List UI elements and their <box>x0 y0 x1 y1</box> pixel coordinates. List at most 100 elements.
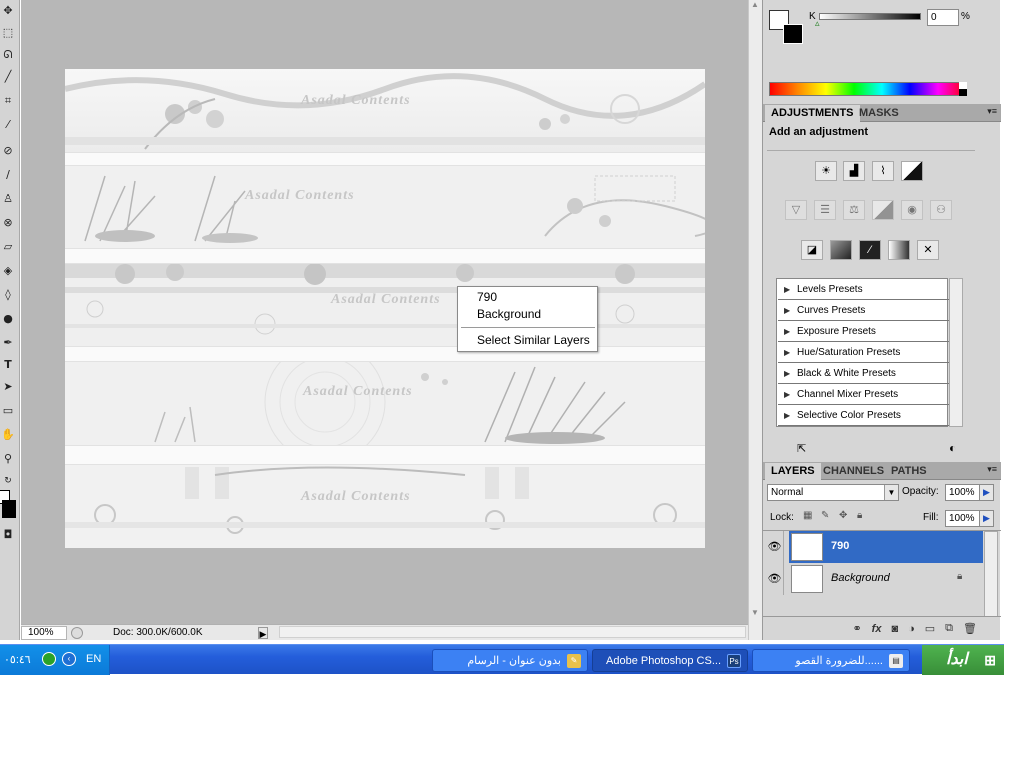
preset-hue-saturation[interactable]: ▶ Hue/Saturation Presets <box>778 343 949 363</box>
paint-bucket-tool-icon[interactable]: ◈ <box>0 262 16 280</box>
blend-mode-select[interactable]: Normal ▼ <box>767 484 899 501</box>
clone-stamp-tool-icon[interactable]: ♙ <box>0 190 16 208</box>
lock-position-icon[interactable]: ✥ <box>839 510 847 521</box>
expand-triangle-icon[interactable]: ▶ <box>784 280 790 300</box>
color-ramp[interactable] <box>769 82 967 96</box>
curves-icon[interactable]: ⌇ <box>872 161 894 181</box>
layer-style-icon[interactable]: fx <box>872 623 882 635</box>
expand-triangle-icon[interactable]: ▶ <box>784 322 790 342</box>
presets-scrollbar[interactable] <box>949 278 963 427</box>
link-layers-icon[interactable]: ⚭ <box>852 622 861 635</box>
eraser-tool-icon[interactable]: ▱ <box>0 238 16 256</box>
status-menu-icon[interactable] <box>71 626 83 639</box>
scroll-up-icon[interactable]: ▲ <box>751 0 759 9</box>
color-balance-icon[interactable]: ⚖ <box>843 200 865 220</box>
threshold-icon[interactable]: ⁄ <box>859 240 881 260</box>
lock-all-icon[interactable]: 🔒︎ <box>857 510 862 521</box>
fill-field[interactable]: 100% <box>945 510 980 527</box>
taskbar-item-paint[interactable]: بدون عنوان - الرسام ✎ <box>432 649 588 672</box>
zoom-level-field[interactable]: 100% <box>21 625 67 640</box>
lock-pixels-icon[interactable]: ✎ <box>821 510 829 521</box>
tab-masks[interactable]: MASKS <box>853 105 905 122</box>
magic-wand-tool-icon[interactable]: ╱ <box>0 68 16 86</box>
color-ramp-white[interactable] <box>959 82 967 89</box>
expand-triangle-icon[interactable]: ▶ <box>784 343 790 363</box>
swap-colors-icon[interactable]: ↻ <box>0 472 16 490</box>
taskbar-item-photoshop[interactable]: Adobe Photoshop CS... Ps <box>592 649 748 672</box>
scroll-down-icon[interactable]: ▼ <box>751 608 759 617</box>
color-k-slider[interactable] <box>819 13 921 20</box>
marquee-tool-icon[interactable]: ⬚ <box>0 24 16 42</box>
invert-icon[interactable]: ◪ <box>801 240 823 260</box>
opacity-arrow-icon[interactable]: ▶ <box>979 484 994 501</box>
color-background-swatch[interactable] <box>783 24 803 44</box>
preset-selective-color[interactable]: ▶ Selective Color Presets <box>778 406 949 426</box>
photo-filter-icon[interactable]: ◉ <box>901 200 923 220</box>
type-tool-icon[interactable]: T <box>0 356 16 374</box>
image-canvas[interactable]: Asadal Contents Asadal Contents Asadal C… <box>65 69 705 548</box>
tab-adjustments[interactable]: ADJUSTMENTS <box>765 105 860 122</box>
clip-to-layer-icon[interactable]: ◐ <box>949 441 956 455</box>
taskbar-item-browser[interactable]: للضرورة القصو...... ▤ <box>752 649 910 672</box>
path-selection-tool-icon[interactable]: ➤ <box>0 378 16 396</box>
background-color-swatch[interactable] <box>2 500 16 518</box>
slider-handle-icon[interactable]: ▵ <box>815 18 820 29</box>
add-mask-icon[interactable]: ◙ <box>891 623 898 635</box>
layer-name[interactable]: Background <box>831 572 890 584</box>
layer-visibility-icon[interactable]: 👁︎ <box>766 531 784 563</box>
quick-mask-icon[interactable]: ◘ <box>0 526 16 544</box>
exposure-icon[interactable] <box>901 161 923 181</box>
expand-triangle-icon[interactable]: ▶ <box>784 406 790 426</box>
layer-name[interactable]: 790 <box>831 540 849 552</box>
opacity-field[interactable]: 100% <box>945 484 980 501</box>
workspace-vertical-scrollbar[interactable]: ▲ ▼ <box>748 0 762 640</box>
preset-exposure[interactable]: ▶ Exposure Presets <box>778 322 949 342</box>
layer-visibility-icon[interactable]: 👁︎ <box>766 563 784 595</box>
adjustment-layer-icon[interactable]: ◑ <box>908 623 915 635</box>
expand-triangle-icon[interactable]: ▶ <box>784 364 790 384</box>
start-button[interactable]: ابدأ ⊞ <box>922 645 1004 675</box>
move-tool-icon[interactable]: ✥ <box>0 2 16 20</box>
fill-arrow-icon[interactable]: ▶ <box>979 510 994 527</box>
hue-saturation-icon[interactable]: ☰ <box>814 200 836 220</box>
posterize-icon[interactable] <box>830 240 852 260</box>
new-group-icon[interactable]: ▭ <box>925 622 935 635</box>
pen-tool-icon[interactable]: ✒ <box>0 334 16 352</box>
status-arrow-icon[interactable]: ▶ <box>258 626 268 639</box>
shape-tool-icon[interactable]: ▭ <box>0 402 16 420</box>
panel-menu-icon[interactable]: ▾≡ <box>987 106 997 117</box>
healing-brush-tool-icon[interactable]: ⊘ <box>0 142 16 160</box>
brightness-contrast-icon[interactable]: ☀ <box>815 161 837 181</box>
tray-app-icon[interactable] <box>42 652 56 666</box>
levels-icon[interactable]: ▟ <box>843 161 865 181</box>
eyedropper-tool-icon[interactable]: ⁄ <box>0 116 16 134</box>
tray-expand-icon[interactable]: ‹ <box>62 652 76 666</box>
workspace-horizontal-scrollbar[interactable] <box>279 626 746 638</box>
blur-tool-icon[interactable]: ◊ <box>0 286 16 304</box>
gradient-map-icon[interactable] <box>888 240 910 260</box>
dodge-tool-icon[interactable]: ● <box>0 310 16 328</box>
selective-color-icon[interactable]: ✕ <box>917 240 939 260</box>
hand-tool-icon[interactable]: ✋ <box>0 426 16 444</box>
crop-tool-icon[interactable]: ⌗ <box>0 92 16 110</box>
preset-channel-mixer[interactable]: ▶ Channel Mixer Presets <box>778 385 949 405</box>
layer-row-background[interactable]: Background 🔒︎ <box>789 563 983 595</box>
return-to-list-icon[interactable]: ⇱ <box>797 442 806 455</box>
zoom-tool-icon[interactable]: ⚲ <box>0 450 16 468</box>
lasso-tool-icon[interactable]: ᘏ <box>0 46 16 64</box>
tab-channels[interactable]: CHANNELS <box>817 463 890 480</box>
color-ramp-black[interactable] <box>959 89 967 96</box>
context-menu-item-select-similar-layers[interactable]: Select Similar Layers <box>477 333 590 347</box>
expand-triangle-icon[interactable]: ▶ <box>784 385 790 405</box>
black-white-icon[interactable] <box>872 200 894 220</box>
context-menu-item-790[interactable]: 790 <box>477 290 497 304</box>
layer-row-790[interactable]: 790 <box>789 531 983 563</box>
tab-layers[interactable]: LAYERS <box>765 463 821 480</box>
vibrance-icon[interactable]: ▽ <box>785 200 807 220</box>
tab-paths[interactable]: PATHS <box>885 463 933 480</box>
preset-curves[interactable]: ▶ Curves Presets <box>778 301 949 321</box>
color-k-value-field[interactable]: 0 <box>927 9 959 26</box>
delete-layer-icon[interactable]: 🗑︎ <box>963 622 977 635</box>
preset-levels[interactable]: ▶ Levels Presets <box>778 280 949 300</box>
new-layer-icon[interactable]: ⧉ <box>945 622 953 635</box>
